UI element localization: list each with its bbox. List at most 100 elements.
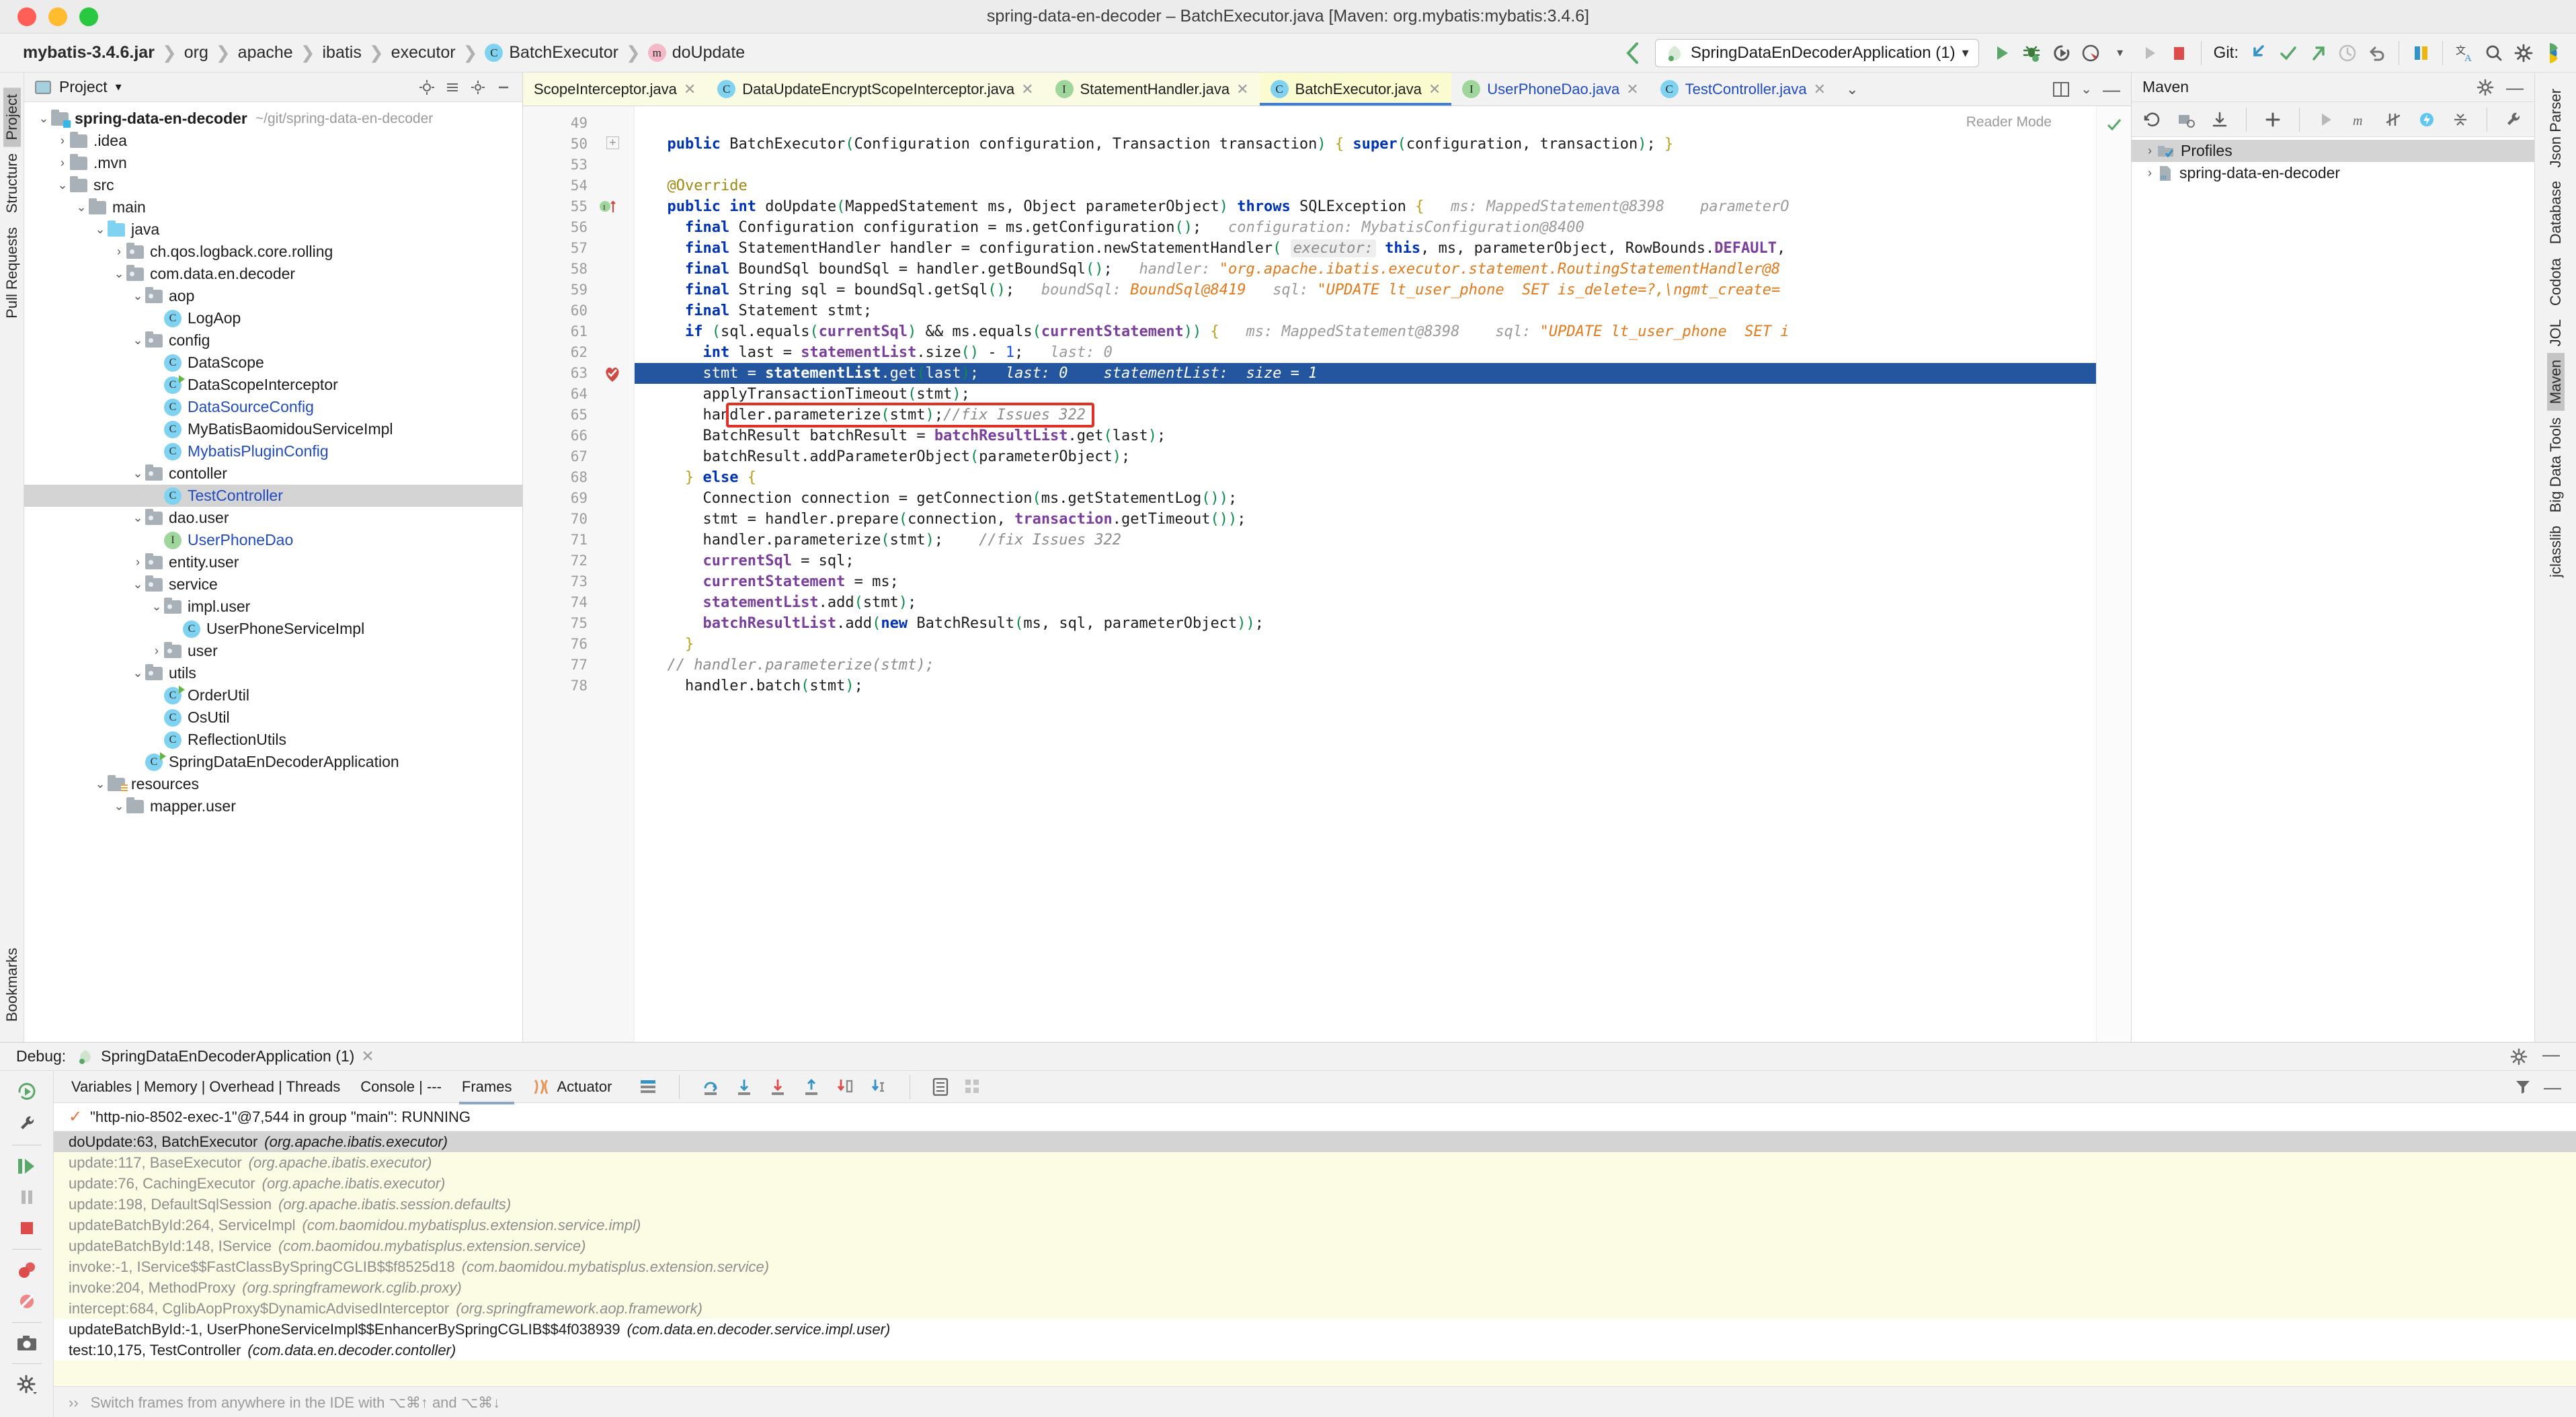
code-line-75[interactable]: batchResultList.add(new BatchResult(ms, …: [635, 613, 2096, 634]
code-line-66[interactable]: BatchResult batchResult = batchResultLis…: [635, 426, 2096, 446]
step-into-icon[interactable]: [735, 1078, 754, 1096]
breakpoint-marker[interactable]: [597, 363, 634, 384]
tree-item-datasourceconfig[interactable]: C DataSourceConfig: [24, 396, 522, 418]
sidebar-item-maven[interactable]: Maven: [2546, 352, 2565, 411]
debug-icon[interactable]: [2017, 38, 2046, 68]
tree-item-mybatisbaomidouserviceimpl[interactable]: C MyBatisBaomidouServiceImpl: [24, 418, 522, 440]
tab-actuator[interactable]: Actuator: [529, 1074, 614, 1100]
hide-panel-icon[interactable]: —: [2542, 1045, 2560, 1065]
push-icon[interactable]: [2303, 38, 2333, 68]
tree-item-logaop[interactable]: C LogAop: [24, 307, 522, 329]
tree-item-datascope[interactable]: C DataScope: [24, 352, 522, 374]
chevron-down-icon[interactable]: ⌄: [93, 222, 108, 237]
sidebar-item-codota[interactable]: Codota: [2547, 251, 2565, 313]
code-line-68[interactable]: } else {: [635, 467, 2096, 488]
chevron-down-icon[interactable]: ⌄: [2081, 81, 2092, 97]
thread-row[interactable]: ✓ "http-nio-8502-exec-1"@7,544 in group …: [54, 1103, 2576, 1131]
breadcrumb-item-method[interactable]: m doUpdate: [641, 43, 752, 63]
breadcrumb-item-jar[interactable]: mybatis-3.4.6.jar: [8, 43, 162, 63]
maven-tree-item-spring-data-en-decoder[interactable]: › m spring-data-en-decoder: [2132, 162, 2534, 184]
stack-frame-row[interactable]: doUpdate:63, BatchExecutor (org.apache.ib…: [54, 1131, 2576, 1152]
maven-toolbar[interactable]: m: [2132, 102, 2534, 137]
filter-icon[interactable]: [2514, 1078, 2532, 1096]
minimize-window-button[interactable]: [48, 7, 67, 26]
rerun-with-coverage-icon[interactable]: [2046, 38, 2076, 68]
gear-icon[interactable]: [2477, 79, 2494, 96]
code-line-76[interactable]: }: [635, 634, 2096, 655]
tree-item--idea[interactable]: › .idea: [24, 130, 522, 152]
tree-item-service[interactable]: ⌄ service: [24, 573, 522, 596]
editor-tab-bar[interactable]: ScopeInterceptor.java ✕ C DataUpdateEncrypt…: [523, 73, 2131, 106]
tree-item-springdataendecoderapplication[interactable]: C SpringDataEnDecoderApplication: [24, 751, 522, 773]
force-step-into-icon[interactable]: [768, 1078, 787, 1096]
gutter-markers[interactable]: + I: [597, 106, 635, 1042]
expand-icon[interactable]: ››: [69, 1394, 79, 1412]
debug-session-tab[interactable]: SpringDataEnDecoderApplication (1) ✕: [77, 1047, 374, 1065]
debug-tabs[interactable]: Variables | Memory | Overhead | Threads …: [54, 1071, 2576, 1104]
tree-item-reflectionutils[interactable]: C ReflectionUtils: [24, 729, 522, 751]
close-icon[interactable]: ✕: [1428, 81, 1441, 98]
back-arrow-icon[interactable]: [1617, 38, 1647, 68]
step-over-icon[interactable]: [701, 1078, 720, 1096]
code-line-60[interactable]: final Statement stmt;: [635, 300, 2096, 321]
download-sources-icon[interactable]: [2206, 105, 2234, 134]
tree-item-testcontroller[interactable]: C TestController: [24, 485, 522, 507]
stack-frame-row[interactable]: updateBatchById:-1, UserPhoneServiceImpl…: [54, 1319, 2576, 1340]
tab-list-chevron-icon[interactable]: ⌄: [1837, 73, 1868, 106]
code-line-53[interactable]: [635, 155, 2096, 175]
code-line-59[interactable]: final String sql = boundSql.getSql(); bo…: [635, 280, 2096, 300]
step-out-icon[interactable]: [802, 1078, 821, 1096]
mute-breakpoints-icon[interactable]: [17, 1291, 37, 1311]
project-tree[interactable]: ⌄ spring-data-en-decoder ~/git/spring-data…: [24, 102, 522, 1042]
sidebar-item-bookmarks[interactable]: Bookmarks: [3, 941, 21, 1028]
tree-item-src[interactable]: ⌄ src: [24, 174, 522, 196]
window-controls[interactable]: [0, 7, 98, 26]
gear-icon[interactable]: [17, 1375, 37, 1395]
code-editor[interactable]: 49 50 53 54 55 56 57 58 59 60 61 62 63 64 65 66 67 68 69 70…: [523, 106, 2131, 1042]
offline-mode-icon[interactable]: [2413, 105, 2441, 134]
commit-icon[interactable]: [2273, 38, 2303, 68]
split-vertically-icon[interactable]: [2052, 81, 2070, 98]
profiler-icon[interactable]: [2076, 38, 2105, 68]
generate-sources-icon[interactable]: [2172, 105, 2200, 134]
sidebar-item-jclasslib[interactable]: jclasslib: [2547, 519, 2565, 584]
tree-item-contoller[interactable]: ⌄ contoller: [24, 462, 522, 485]
tab-console[interactable]: Console | ---: [358, 1074, 444, 1100]
chevron-right-icon[interactable]: ›: [55, 134, 70, 148]
chevron-down-icon[interactable]: ⌄: [130, 577, 145, 592]
maven-tree-item-profiles[interactable]: › Profiles: [2132, 140, 2534, 162]
tab-scopeinterceptor-java[interactable]: ScopeInterceptor.java ✕: [523, 73, 707, 106]
tab-userphonedao-java[interactable]: I UserPhoneDao.java ✕: [1451, 73, 1650, 106]
close-icon[interactable]: ✕: [1236, 81, 1248, 98]
tree-item-mapper-user[interactable]: ⌄ mapper.user: [24, 795, 522, 817]
stack-frames-list[interactable]: doUpdate:63, BatchExecutor (org.apache.ib…: [54, 1131, 2576, 1386]
tree-item-userphonedao[interactable]: I UserPhoneDao: [24, 529, 522, 551]
layout-settings-icon[interactable]: [639, 1078, 657, 1096]
chevron-right-icon[interactable]: ›: [55, 156, 70, 170]
fold-marker[interactable]: +: [597, 134, 634, 155]
tab-batchexecutor-java[interactable]: C BatchExecutor.java ✕: [1259, 73, 1452, 106]
tree-item-aop[interactable]: ⌄ aop: [24, 285, 522, 307]
chevron-right-icon[interactable]: ›: [2142, 166, 2157, 180]
chevron-down-icon[interactable]: ⌄: [130, 333, 145, 348]
stack-frame-row[interactable]: invoke:204, MethodProxy (org.springframew…: [54, 1277, 2576, 1298]
tree-item-datascopeinterceptor[interactable]: C DataScopeInterceptor: [24, 374, 522, 396]
breadcrumb-item-apache[interactable]: apache: [231, 43, 300, 63]
chevron-down-icon[interactable]: ⌄: [36, 112, 51, 126]
code-line-69[interactable]: Connection connection = getConnection(ms…: [635, 488, 2096, 509]
tree-item-spring-data-en-decoder[interactable]: ⌄ spring-data-en-decoder ~/git/spring-data…: [24, 108, 522, 130]
hide-panel-icon[interactable]: —: [2544, 1078, 2561, 1096]
tree-item-mybatispluginconfig[interactable]: C MybatisPluginConfig: [24, 440, 522, 462]
maven-goal-icon[interactable]: m: [2345, 105, 2374, 134]
error-stripe[interactable]: [2096, 106, 2131, 1042]
tree-item-config[interactable]: ⌄ config: [24, 329, 522, 352]
code-line-62[interactable]: int last = statementList.size() - 1; las…: [635, 342, 2096, 363]
update-project-icon[interactable]: [2244, 38, 2273, 68]
gear-icon[interactable]: [2509, 38, 2538, 68]
drop-frame-icon[interactable]: [836, 1078, 854, 1096]
stack-frame-row[interactable]: intercept:684, CglibAopProxy$DynamicAdvi…: [54, 1298, 2576, 1319]
translate-icon[interactable]: 文A: [2450, 38, 2479, 68]
settings-icon[interactable]: [470, 79, 486, 95]
pause-icon[interactable]: [17, 1187, 37, 1207]
tab-variables-memory-overhead-threads[interactable]: Variables | Memory | Overhead | Threads: [69, 1074, 343, 1100]
